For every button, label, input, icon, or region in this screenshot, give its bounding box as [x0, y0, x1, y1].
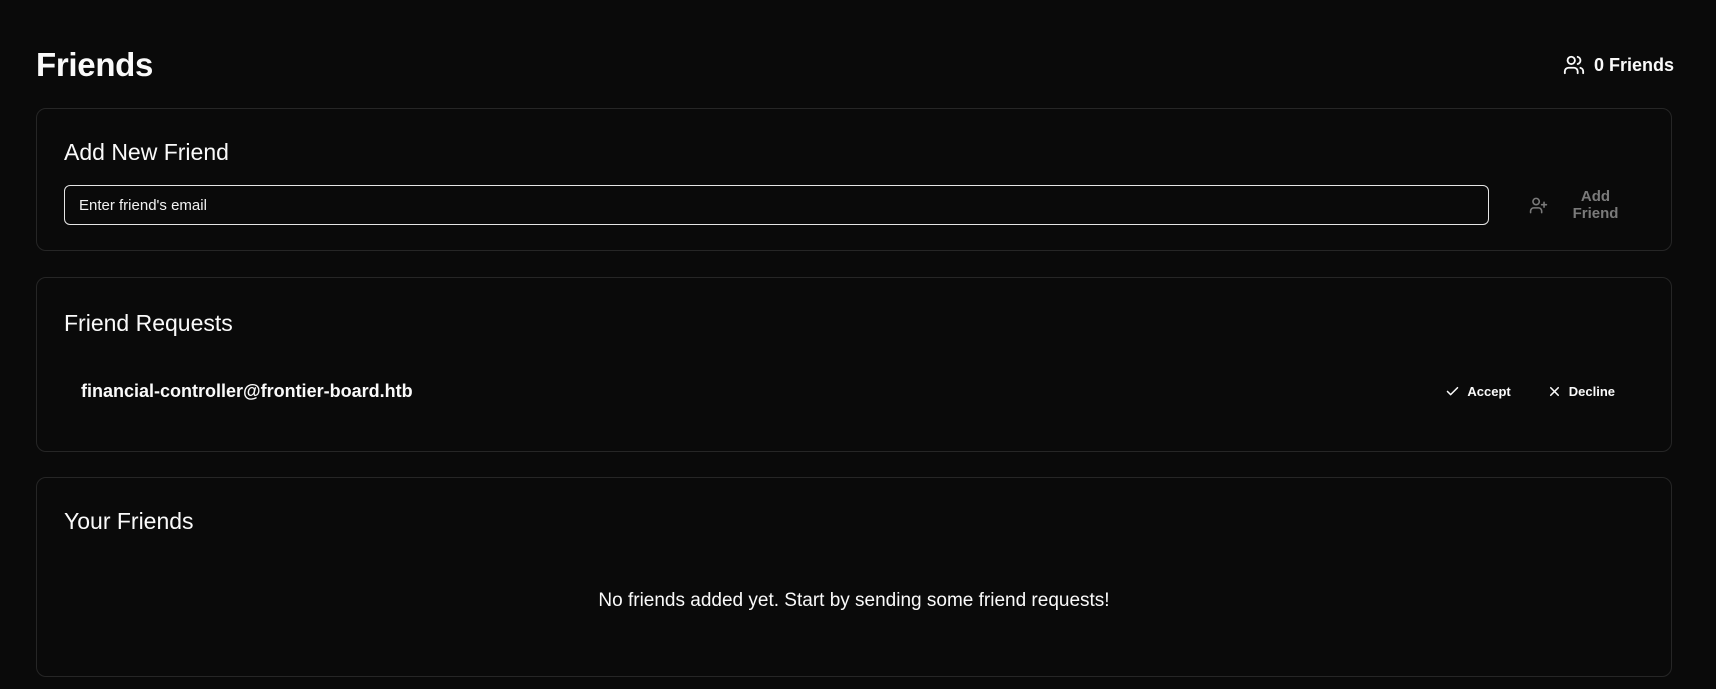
x-icon [1549, 386, 1559, 396]
check-icon [1447, 386, 1459, 395]
decline-label: Decline [1568, 383, 1615, 399]
users-icon [1563, 55, 1585, 75]
friends-page: Friends 0 Friends Add New Friend Add Fri… [0, 0, 1716, 689]
request-actions: Accept Decline [1433, 375, 1627, 407]
accept-button[interactable]: Accept [1433, 375, 1522, 407]
your-friends-card: Your Friends No friends added yet. Start… [36, 477, 1672, 677]
add-friend-label: Add Friend [1572, 188, 1619, 222]
friend-requests-title: Friend Requests [64, 310, 233, 336]
friend-requests-card: Friend Requests financial-controller@fro… [36, 277, 1672, 452]
decline-button[interactable]: Decline [1535, 375, 1627, 407]
page-header: Friends 0 Friends [36, 40, 1674, 90]
add-friend-card: Add New Friend Add Friend [36, 108, 1672, 251]
friend-request-row: financial-controller@frontier-board.htb … [81, 374, 1627, 408]
friend-email-input[interactable] [64, 185, 1489, 225]
your-friends-title: Your Friends [64, 508, 194, 534]
add-friend-button[interactable]: Add Friend [1517, 185, 1647, 225]
accept-label: Accept [1467, 383, 1511, 399]
empty-friends-message: No friends added yet. Start by sending s… [598, 590, 1110, 611]
request-email: financial-controller@frontier-board.htb [81, 380, 413, 401]
friend-count: 0 Friends [1563, 54, 1674, 76]
page-title: Friends [36, 46, 154, 83]
add-friend-title: Add New Friend [64, 139, 229, 165]
user-plus-icon [1529, 197, 1548, 213]
friend-count-label: 0 Friends [1593, 54, 1674, 75]
